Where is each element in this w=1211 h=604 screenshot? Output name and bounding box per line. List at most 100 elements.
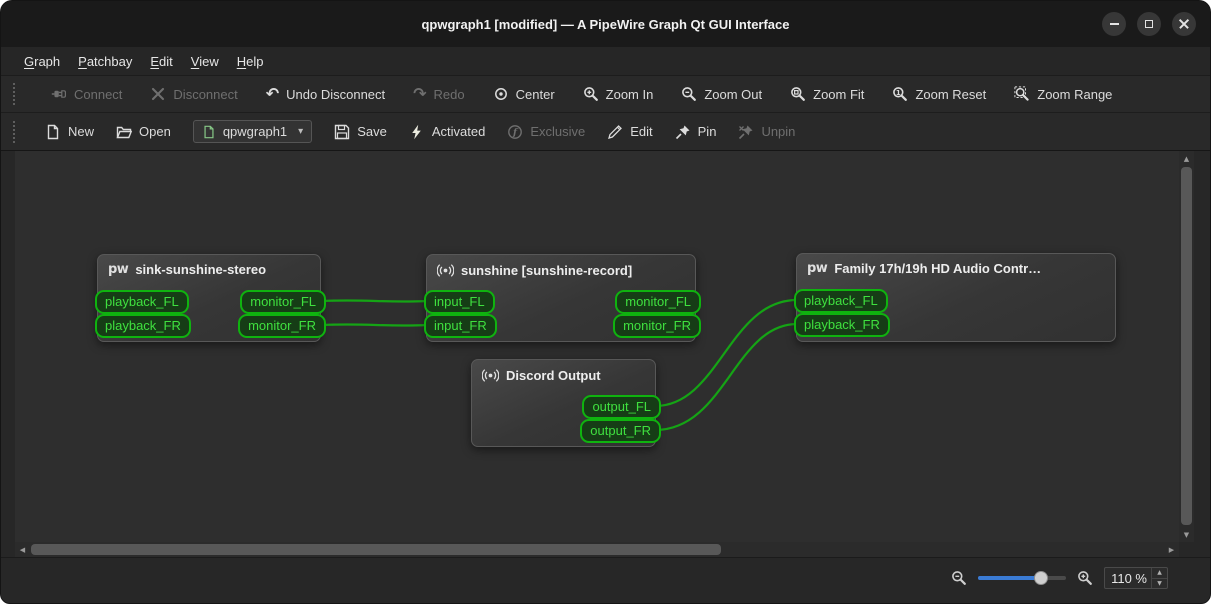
node-header: sunshine [sunshine-record] <box>427 255 695 284</box>
scroll-right-button[interactable]: ▶ <box>1164 542 1179 557</box>
zoom-controls: 110 % ▲ ▼ <box>951 566 1168 590</box>
spin-buttons: ▲ ▼ <box>1151 568 1167 588</box>
pipewire-icon: pw <box>108 262 129 277</box>
redo-button[interactable]: ↷ Redo <box>413 86 464 102</box>
preset-combobox[interactable]: qpwgraph1 ▾ <box>192 120 313 143</box>
scroll-left-button[interactable]: ◀ <box>15 542 30 557</box>
minimize-icon <box>1109 23 1119 25</box>
exclusive-toggle[interactable]: f Exclusive <box>507 124 585 140</box>
new-button[interactable]: New <box>45 124 94 140</box>
patchbay-toolbar: New Open qpwgraph1 ▾ Save Activated f Ex… <box>1 113 1210 151</box>
zoom-fit-icon <box>790 86 806 102</box>
close-icon <box>1179 19 1189 29</box>
node-title: Discord Output <box>506 368 601 383</box>
port-input-fr[interactable]: input_FR <box>424 314 497 338</box>
menu-view[interactable]: View <box>182 50 228 73</box>
horizontal-scrollbar-thumb[interactable] <box>31 544 721 555</box>
toolbar-handle[interactable] <box>13 83 15 105</box>
exclusive-icon: f <box>507 124 523 140</box>
statusbar: 110 % ▲ ▼ <box>1 557 1210 603</box>
horizontal-scrollbar[interactable]: ◀ ▶ <box>15 542 1179 557</box>
activated-toggle[interactable]: Activated <box>409 124 485 140</box>
lightning-bolt-icon <box>409 124 425 140</box>
center-button[interactable]: Center <box>493 86 555 102</box>
zoom-range-icon <box>1014 86 1030 102</box>
port-monitor-fl-output[interactable]: monitor_FL <box>240 290 326 314</box>
close-button[interactable] <box>1172 12 1196 36</box>
scroll-up-button[interactable]: ▲ <box>1179 151 1194 166</box>
audio-node-icon <box>482 367 499 384</box>
zoom-reset-button[interactable]: 1 Zoom Reset <box>892 86 986 102</box>
zoom-out-icon <box>681 86 697 102</box>
zoom-in-button[interactable]: Zoom In <box>583 86 653 102</box>
toolbar-handle[interactable] <box>13 120 15 143</box>
node-sunshine-record[interactable]: sunshine [sunshine-record] input_FL inpu… <box>424 254 701 342</box>
menu-help[interactable]: Help <box>228 50 273 73</box>
menu-edit[interactable]: Edit <box>141 50 181 73</box>
port-playback-fr-input[interactable]: playback_FR <box>95 314 191 338</box>
spin-up-button[interactable]: ▲ <box>1152 568 1167 579</box>
zoom-range-button[interactable]: Zoom Range <box>1014 86 1112 102</box>
center-icon <box>493 86 509 102</box>
spin-down-button[interactable]: ▼ <box>1152 579 1167 589</box>
zoom-reset-icon: 1 <box>892 86 908 102</box>
port-playback-fl-input[interactable]: playback_FL <box>794 289 888 313</box>
pin-button[interactable]: Pin <box>675 124 716 140</box>
vertical-scrollbar-thumb[interactable] <box>1181 167 1192 525</box>
node-sink-sunshine-stereo[interactable]: pw sink-sunshine-stereo playback_FL play… <box>95 254 326 342</box>
graph-canvas[interactable]: pw sink-sunshine-stereo playback_FL play… <box>15 151 1179 542</box>
node-header: pw Family 17h/19h HD Audio Contr… <box>797 254 1115 281</box>
menubar: Graph Patchbay Edit View Help <box>1 47 1210 76</box>
undo-icon: ↶ <box>265 84 280 103</box>
unpin-button[interactable]: Unpin <box>738 124 795 140</box>
zoom-slider-handle[interactable] <box>1034 571 1048 585</box>
pin-icon <box>675 124 691 140</box>
port-output-fl[interactable]: output_FL <box>582 395 661 419</box>
zoom-in-icon[interactable] <box>1077 570 1093 586</box>
connect-button[interactable]: Connect <box>51 86 122 102</box>
vertical-scrollbar[interactable]: ▲ ▼ <box>1179 151 1194 542</box>
minimize-button[interactable] <box>1102 12 1126 36</box>
disconnect-button[interactable]: Disconnect <box>150 86 238 102</box>
titlebar[interactable]: qpwgraph1 [modified] — A PipeWire Graph … <box>1 1 1210 47</box>
node-family-hd-audio[interactable]: pw Family 17h/19h HD Audio Contr… playba… <box>794 253 1116 342</box>
menu-patchbay[interactable]: Patchbay <box>69 50 141 73</box>
zoom-out-button[interactable]: Zoom Out <box>681 86 762 102</box>
open-folder-icon <box>116 124 133 140</box>
port-input-fl[interactable]: input_FL <box>424 290 495 314</box>
zoom-fit-button[interactable]: Zoom Fit <box>790 86 864 102</box>
port-monitor-fr-output[interactable]: monitor_FR <box>238 314 326 338</box>
connection-wires <box>322 298 798 432</box>
port-output-fr[interactable]: output_FR <box>580 419 661 443</box>
zoom-in-icon <box>583 86 599 102</box>
wire-monitor-fl-to-input-fl[interactable] <box>322 299 428 303</box>
new-file-icon <box>45 124 61 140</box>
open-button[interactable]: Open <box>116 124 171 140</box>
connect-icon <box>51 86 67 102</box>
save-icon <box>334 124 350 140</box>
preset-name: qpwgraph1 <box>222 124 288 139</box>
maximize-button[interactable] <box>1137 12 1161 36</box>
port-playback-fr-input[interactable]: playback_FR <box>794 313 890 337</box>
unpin-icon <box>738 124 754 140</box>
menu-graph[interactable]: Graph <box>15 50 69 73</box>
zoom-value: 110 % <box>1111 570 1147 586</box>
zoom-slider[interactable] <box>978 570 1066 586</box>
zoom-out-icon[interactable] <box>951 570 967 586</box>
window-controls <box>1102 12 1196 36</box>
node-title: sink-sunshine-stereo <box>135 262 267 277</box>
node-discord-output[interactable]: Discord Output output_FL output_FR <box>471 359 661 447</box>
node-header: pw sink-sunshine-stereo <box>98 255 320 282</box>
undo-disconnect-button[interactable]: ↶ Undo Disconnect <box>266 86 385 102</box>
edit-button[interactable]: Edit <box>607 124 653 140</box>
port-playback-fl-input[interactable]: playback_FL <box>95 290 189 314</box>
save-button[interactable]: Save <box>334 124 387 140</box>
node-title: Family 17h/19h HD Audio Contr… <box>834 261 1042 276</box>
node-title: sunshine [sunshine-record] <box>461 263 633 278</box>
wire-monitor-fr-to-input-fr[interactable] <box>322 323 428 327</box>
port-monitor-fr-output[interactable]: monitor_FR <box>613 314 701 338</box>
patchbay-file-icon <box>202 125 216 139</box>
zoom-spinbox[interactable]: 110 % ▲ ▼ <box>1104 567 1168 589</box>
port-monitor-fl-output[interactable]: monitor_FL <box>615 290 701 314</box>
scroll-down-button[interactable]: ▼ <box>1179 527 1194 542</box>
